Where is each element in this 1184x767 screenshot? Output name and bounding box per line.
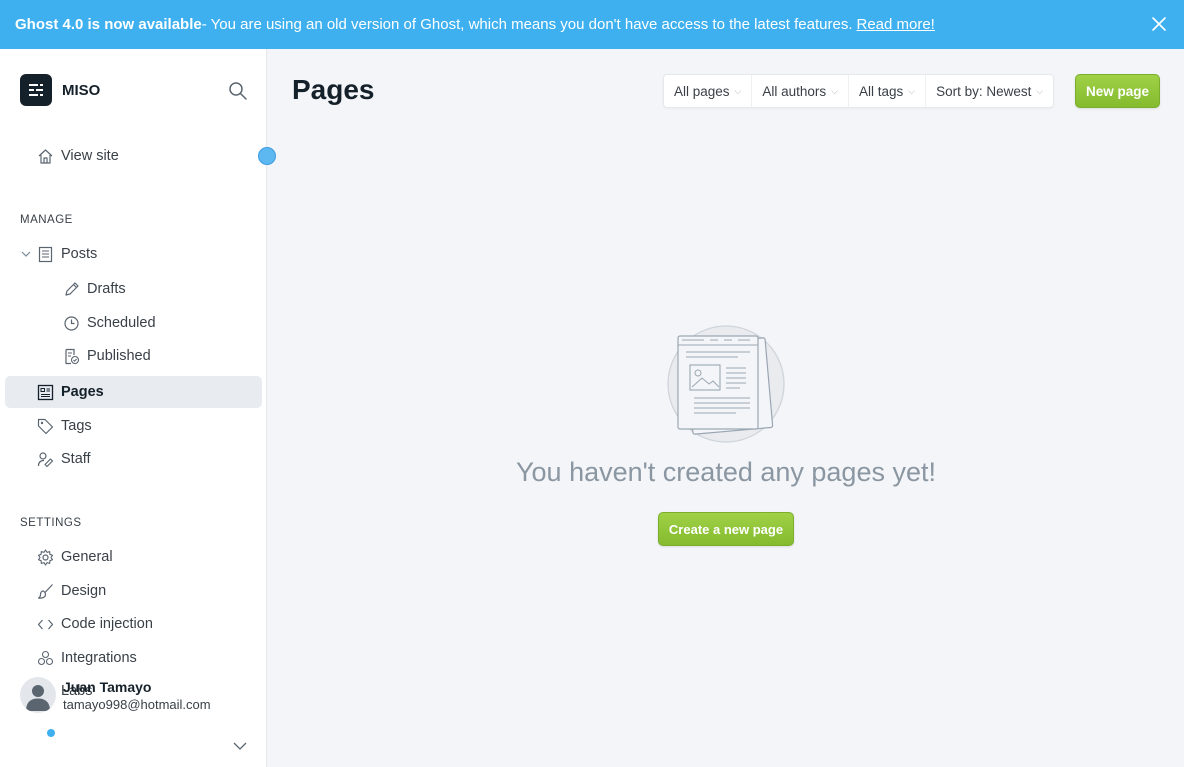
banner-read-more-link[interactable]: Read more!: [856, 16, 934, 33]
tag-icon: [36, 417, 54, 435]
chevron-down-icon: ⌵: [908, 85, 916, 96]
nav-pages-label: Pages: [61, 384, 104, 400]
filter-all-authors-label: All authors: [762, 83, 827, 99]
search-icon[interactable]: [228, 81, 248, 101]
settings-section-title: SETTINGS: [20, 517, 82, 529]
user-email: tamayo998@hotmail.com: [63, 696, 211, 712]
sidebar: MISO View site MANAGE Posts Drafts Sched…: [0, 49, 267, 767]
nav-tags[interactable]: Tags: [5, 410, 262, 442]
nav-drafts-label: Drafts: [87, 281, 126, 297]
nav-tags-label: Tags: [61, 418, 92, 434]
online-status-dot: [46, 728, 56, 738]
close-icon[interactable]: [1150, 15, 1168, 33]
nav-design[interactable]: Design: [5, 575, 262, 607]
empty-pages-icon: [667, 325, 785, 443]
nav-view-site[interactable]: View site: [5, 140, 262, 172]
pencil-icon: [62, 280, 80, 298]
nav-integrations-label: Integrations: [61, 650, 137, 666]
empty-state-message: You haven't created any pages yet!: [516, 457, 936, 487]
brand-logo-icon: [20, 74, 52, 106]
nav-scheduled[interactable]: Scheduled: [5, 307, 262, 339]
pages-icon: [36, 383, 54, 401]
page-title: Pages: [292, 74, 375, 105]
brush-icon: [36, 582, 54, 600]
filter-sort[interactable]: Sort by: Newest ⌵: [926, 75, 1053, 107]
staff-icon: [36, 450, 54, 468]
nav-drafts[interactable]: Drafts: [5, 273, 262, 305]
nav-posts-label: Posts: [61, 246, 98, 262]
filter-all-authors[interactable]: All authors ⌵: [752, 75, 849, 107]
user-name: Juan Tamayo: [63, 678, 152, 695]
nav-published[interactable]: Published: [5, 340, 262, 372]
gear-icon: [36, 548, 54, 566]
chevron-down-icon[interactable]: [233, 741, 247, 751]
filter-bar: All pages ⌵ All authors ⌵ All tags ⌵ Sort b…: [663, 74, 1055, 108]
filter-all-pages-label: All pages: [674, 83, 730, 99]
update-banner: Ghost 4.0 is now available - You are usi…: [0, 0, 1184, 49]
chevron-down-icon: ⌵: [734, 85, 742, 96]
posts-icon: [36, 245, 54, 263]
nav-design-label: Design: [61, 583, 107, 599]
new-page-button[interactable]: New page: [1075, 74, 1160, 108]
brand[interactable]: MISO: [20, 74, 100, 106]
avatar: [20, 677, 56, 713]
nav-scheduled-label: Scheduled: [87, 315, 156, 331]
filter-all-tags[interactable]: All tags ⌵: [849, 75, 927, 107]
nav-posts[interactable]: Posts: [5, 238, 262, 270]
brand-name: MISO: [62, 81, 101, 99]
filter-sort-label: Sort by: Newest: [936, 83, 1032, 99]
nav-code-injection[interactable]: Code injection: [5, 608, 262, 640]
banner-message: - You are using an old version of Ghost,…: [201, 16, 853, 33]
clock-icon: [62, 314, 80, 332]
chevron-down-icon: ⌵: [1036, 85, 1044, 96]
published-icon: [62, 347, 80, 365]
nav-general[interactable]: General: [5, 541, 262, 573]
home-icon: [36, 147, 54, 165]
cursor-indicator: [258, 147, 276, 165]
nav-general-label: General: [61, 549, 113, 565]
filter-all-pages[interactable]: All pages ⌵: [664, 75, 753, 107]
nav-integrations[interactable]: Integrations: [5, 642, 262, 674]
nav-pages[interactable]: Pages: [5, 376, 262, 408]
user-menu[interactable]: Juan Tamayo tamayo998@hotmail.com: [20, 677, 260, 713]
nav-view-site-label: View site: [61, 148, 119, 164]
integrations-icon: [36, 649, 54, 667]
nav-published-label: Published: [87, 348, 151, 364]
banner-title: Ghost 4.0 is now available: [15, 16, 202, 33]
nav-staff-label: Staff: [61, 451, 91, 467]
manage-section-title: MANAGE: [20, 214, 73, 226]
create-new-page-button[interactable]: Create a new page: [658, 512, 794, 546]
filter-all-tags-label: All tags: [859, 83, 904, 99]
nav-code-injection-label: Code injection: [61, 616, 153, 632]
code-icon: [36, 615, 54, 633]
nav-staff[interactable]: Staff: [5, 443, 262, 475]
chevron-down-icon: ⌵: [831, 85, 838, 96]
